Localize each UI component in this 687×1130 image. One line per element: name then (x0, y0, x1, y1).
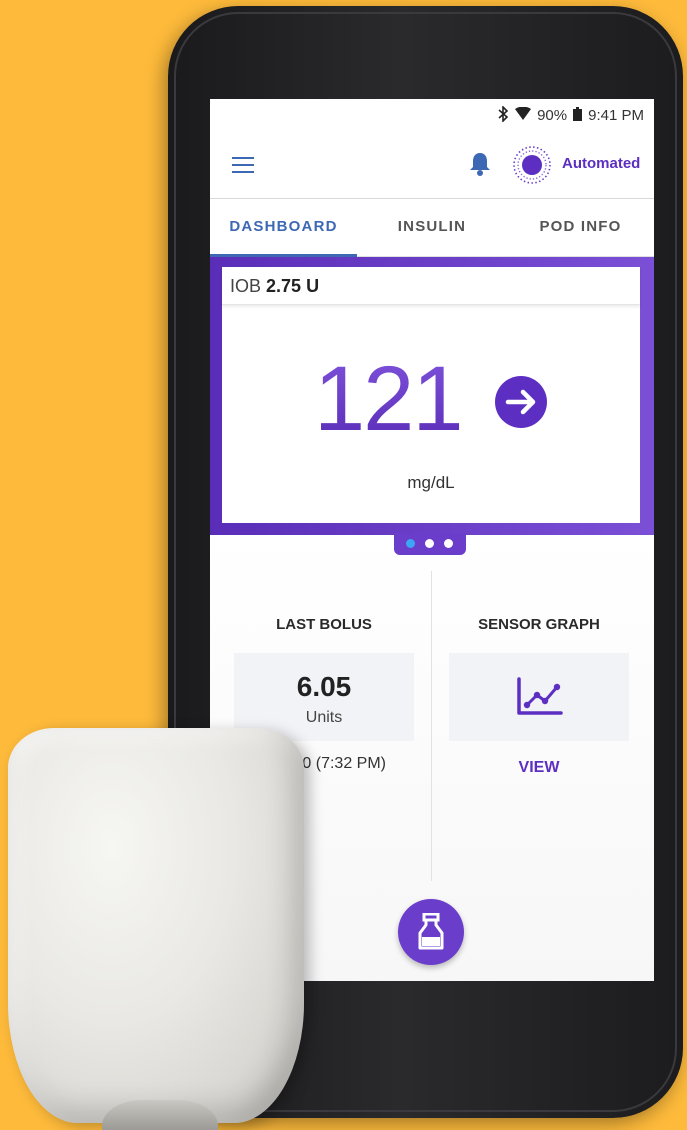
line-chart-icon (515, 677, 563, 717)
pager-indicator (394, 533, 466, 555)
bell-icon[interactable] (468, 151, 492, 177)
iob-label: IOB (230, 276, 262, 296)
status-bar: 90% 9:41 PM (210, 99, 654, 131)
tab-dashboard[interactable]: DASHBOARD (210, 199, 357, 257)
bluetooth-icon (497, 104, 509, 125)
tab-insulin[interactable]: INSULIN (357, 199, 507, 257)
trend-arrow-right-icon (494, 375, 548, 429)
glucose-unit: mg/dL (407, 473, 455, 492)
last-bolus-value: 6.05 (296, 671, 352, 702)
bolus-button[interactable] (398, 899, 464, 965)
automated-mode-icon[interactable] (512, 145, 552, 185)
pod-notch (102, 1100, 218, 1130)
mode-label[interactable]: Automated (562, 155, 640, 172)
sensor-graph-title: SENSOR GRAPH (478, 616, 600, 633)
pager-dot-3[interactable] (444, 539, 453, 548)
app-bar: Automated (210, 131, 654, 199)
glucose-card: IOB 2.75 U 121 mg/dL (222, 267, 640, 523)
iob-bar: IOB 2.75 U (222, 267, 640, 305)
iob-value: 2.75 U (266, 276, 320, 296)
glucose-panel: IOB 2.75 U 121 mg/dL (210, 257, 654, 535)
tab-pod-info[interactable]: POD INFO (507, 199, 654, 257)
last-bolus-unit: Units (305, 709, 343, 726)
status-time: 9:41 PM (588, 106, 644, 124)
omnipod-device (8, 728, 304, 1130)
battery-icon (573, 106, 583, 124)
pager-dot-2[interactable] (425, 539, 434, 548)
battery-percent: 90% (537, 106, 568, 124)
sensor-graph-view-link[interactable]: VIEW (449, 759, 629, 777)
glucose-value: 121 (314, 348, 463, 450)
wifi-icon (515, 106, 532, 123)
tab-bar: DASHBOARD INSULIN POD INFO (210, 199, 654, 257)
sensor-graph-card[interactable] (449, 653, 629, 741)
bolus-vial-icon (418, 913, 444, 950)
section-divider (431, 571, 432, 881)
last-bolus-title: LAST BOLUS (276, 616, 372, 633)
pager-dot-1[interactable] (406, 539, 415, 548)
hamburger-menu-icon[interactable] (232, 157, 254, 173)
